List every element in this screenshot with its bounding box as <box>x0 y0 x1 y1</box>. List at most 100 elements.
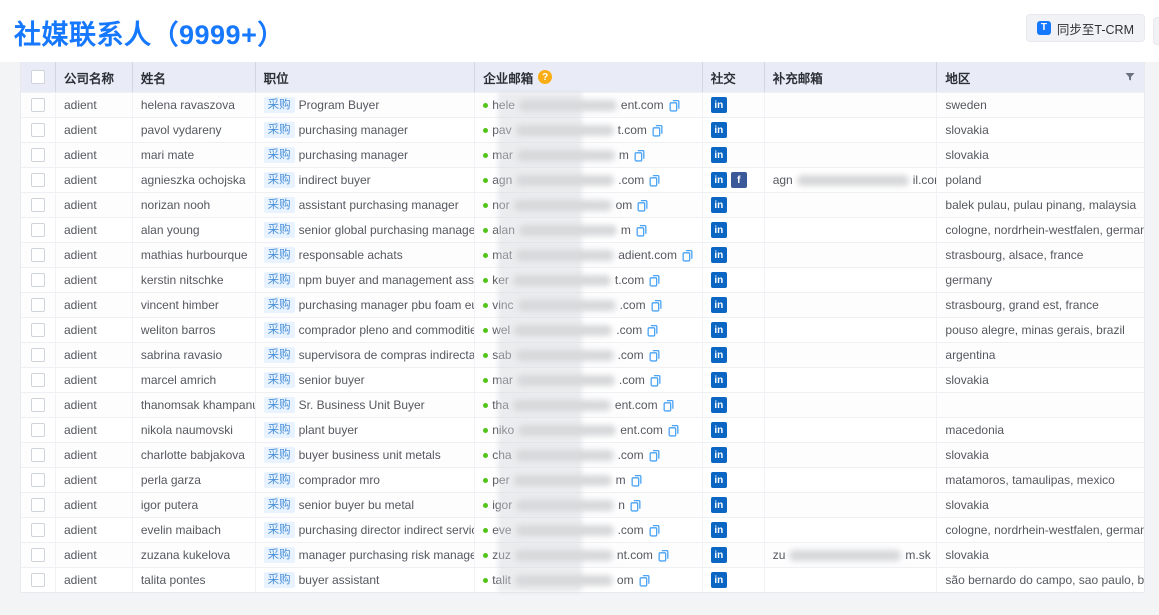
region-text: balek pulau, pulau pinang, malaysia <box>945 198 1136 212</box>
table-row: adient vincent himber 采购 purchasing mana… <box>21 292 1144 317</box>
row-checkbox[interactable] <box>31 348 45 362</box>
linkedin-icon[interactable]: in <box>711 247 727 263</box>
cell-company: adient <box>56 468 133 492</box>
row-checkbox[interactable] <box>31 423 45 437</box>
position-text: senior global purchasing manager <box>299 223 476 237</box>
copy-icon[interactable] <box>657 549 670 562</box>
clipped-edge-button[interactable] <box>1153 17 1159 45</box>
copy-icon[interactable] <box>648 449 661 462</box>
cell-social: in <box>703 243 765 267</box>
copy-icon[interactable] <box>630 474 643 487</box>
position-text: responsable achats <box>299 248 403 262</box>
linkedin-icon[interactable]: in <box>711 422 727 438</box>
copy-icon[interactable] <box>648 274 661 287</box>
copy-icon[interactable] <box>681 249 694 262</box>
row-checkbox[interactable] <box>31 473 45 487</box>
copy-icon[interactable] <box>638 574 651 587</box>
linkedin-icon[interactable]: in <box>711 197 727 213</box>
procurement-tag: 采购 <box>264 147 295 163</box>
linkedin-icon[interactable]: in <box>711 497 727 513</box>
row-checkbox[interactable] <box>31 173 45 187</box>
row-checkbox[interactable] <box>31 373 45 387</box>
linkedin-icon[interactable]: in <box>711 347 727 363</box>
linkedin-icon[interactable]: in <box>711 397 727 413</box>
linkedin-icon[interactable]: in <box>711 172 727 188</box>
copy-icon[interactable] <box>649 374 662 387</box>
table-row: adient weliton barros 采购 comprador pleno… <box>21 317 1144 342</box>
row-checkbox[interactable] <box>31 98 45 112</box>
linkedin-icon[interactable]: in <box>711 97 727 113</box>
row-checkbox[interactable] <box>31 523 45 537</box>
linkedin-icon[interactable]: in <box>711 372 727 388</box>
linkedin-icon[interactable]: in <box>711 322 727 338</box>
row-checkbox[interactable] <box>31 198 45 212</box>
row-checkbox[interactable] <box>31 323 45 337</box>
cell-name: sabrina ravasio <box>133 343 256 367</box>
social-contacts-page: 社媒联系人（9999+） T 同步至T-CRM 公司名称 姓名 职位 企业邮箱 … <box>0 0 1159 615</box>
verified-dot-icon <box>483 428 488 433</box>
cell-checkbox <box>21 468 56 492</box>
contact-name: igor putera <box>141 498 198 512</box>
linkedin-icon[interactable]: in <box>711 297 727 313</box>
row-checkbox[interactable] <box>31 148 45 162</box>
copy-icon[interactable] <box>648 174 661 187</box>
table-header-row: 公司名称 姓名 职位 企业邮箱 ? 社交 补充邮箱 地区 <box>21 62 1144 92</box>
cell-region: slovakia <box>937 543 1144 567</box>
row-checkbox[interactable] <box>31 123 45 137</box>
linkedin-icon[interactable]: in <box>711 222 727 238</box>
copy-icon[interactable] <box>650 299 663 312</box>
filter-icon[interactable] <box>1124 71 1136 83</box>
linkedin-icon[interactable]: in <box>711 447 727 463</box>
linkedin-icon[interactable]: in <box>711 472 727 488</box>
row-checkbox[interactable] <box>31 223 45 237</box>
copy-icon[interactable] <box>629 499 642 512</box>
copy-icon[interactable] <box>636 199 649 212</box>
email-redacted-blur <box>518 300 616 311</box>
facebook-icon[interactable]: f <box>731 172 747 188</box>
cell-extra-email <box>765 493 938 517</box>
cell-company: adient <box>56 118 133 142</box>
cell-social: in <box>703 418 765 442</box>
header-cell-social: 社交 <box>703 62 765 92</box>
linkedin-icon[interactable]: in <box>711 572 727 588</box>
cell-company: adient <box>56 268 133 292</box>
row-checkbox[interactable] <box>31 548 45 562</box>
linkedin-icon[interactable]: in <box>711 147 727 163</box>
procurement-tag: 采购 <box>264 172 295 188</box>
table-row: adient sabrina ravasio 采购 supervisora de… <box>21 342 1144 367</box>
select-all-checkbox[interactable] <box>31 70 45 84</box>
linkedin-icon[interactable]: in <box>711 272 727 288</box>
row-checkbox[interactable] <box>31 398 45 412</box>
row-checkbox[interactable] <box>31 573 45 587</box>
verified-dot-icon <box>483 178 488 183</box>
copy-icon[interactable] <box>633 149 646 162</box>
email-redacted-blur <box>513 400 611 411</box>
cell-email: tha ent.com <box>475 393 703 417</box>
copy-icon[interactable] <box>662 399 675 412</box>
row-checkbox[interactable] <box>31 273 45 287</box>
copy-icon[interactable] <box>668 99 681 112</box>
col-label-company: 公司名称 <box>64 68 114 87</box>
row-checkbox[interactable] <box>31 498 45 512</box>
row-checkbox[interactable] <box>31 298 45 312</box>
copy-icon[interactable] <box>648 524 661 537</box>
linkedin-icon[interactable]: in <box>711 522 727 538</box>
copy-icon[interactable] <box>667 424 680 437</box>
email-redacted-blur <box>515 550 613 561</box>
copy-icon[interactable] <box>635 224 648 237</box>
linkedin-icon[interactable]: in <box>711 122 727 138</box>
cell-name: alan young <box>133 218 256 242</box>
cell-region: slovakia <box>937 368 1144 392</box>
copy-icon[interactable] <box>648 349 661 362</box>
copy-icon[interactable] <box>651 124 664 137</box>
cell-position: 采购 supervisora de compras indirectas <box>256 343 476 367</box>
row-checkbox[interactable] <box>31 448 45 462</box>
linkedin-icon[interactable]: in <box>711 547 727 563</box>
sync-to-tcrm-button[interactable]: T 同步至T-CRM <box>1026 14 1145 42</box>
email-suffix: t.com <box>618 123 647 137</box>
row-checkbox[interactable] <box>31 248 45 262</box>
copy-icon[interactable] <box>646 324 659 337</box>
help-icon[interactable]: ? <box>538 70 552 84</box>
email-prefix: igor <box>492 498 512 512</box>
cell-company: adient <box>56 543 133 567</box>
